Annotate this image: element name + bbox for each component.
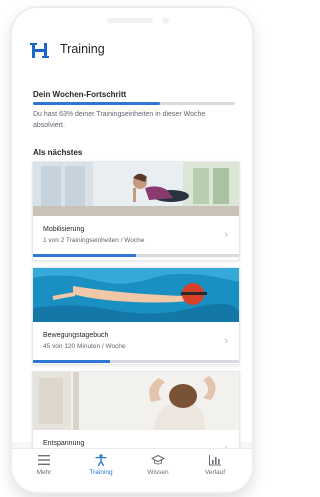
- tab-label: Training: [89, 469, 113, 476]
- card-title: Entspannung: [43, 440, 85, 447]
- graduation-cap-icon: [151, 455, 165, 465]
- tab-label: Wissen: [147, 469, 169, 476]
- phone-frame: Training Dein Wochen-Fortschritt Du hast…: [10, 6, 254, 494]
- entspannung-photo: [33, 372, 239, 430]
- card-subtitle: 45 von 120 Minuten / Woche: [43, 343, 126, 350]
- progress-title: Dein Wochen-Fortschritt: [33, 90, 127, 99]
- bottom-tab-bar: Mehr Training Wissen Verlauf: [12, 448, 252, 492]
- swimmer-photo: [33, 268, 239, 322]
- training-content[interactable]: Dein Wochen-Fortschritt Du hast 63% dein…: [12, 70, 252, 463]
- progress-description: Du hast 63% deiner Trainingseinheiten in…: [33, 111, 206, 129]
- tab-training[interactable]: Training: [77, 454, 125, 476]
- hausarzt-logo-icon: [30, 43, 49, 58]
- chart-icon: [209, 455, 221, 466]
- card-progress-fill: [33, 360, 111, 363]
- mobilisierung-photo: [33, 162, 239, 216]
- tab-verlauf[interactable]: Verlauf: [191, 454, 239, 476]
- card-progress-bar: [33, 254, 239, 257]
- speaker-grille: [107, 18, 153, 23]
- chevron-right-icon: ›: [224, 335, 228, 347]
- weekly-progress-bar: [33, 102, 235, 105]
- card-mobilisierung[interactable]: Mobilisierung 1 von 2 Trainingseinheiten…: [32, 161, 240, 261]
- front-camera: [162, 17, 169, 24]
- tab-label: Mehr: [36, 469, 52, 476]
- card-progress-fill: [33, 254, 136, 257]
- card-bewegungstagebuch[interactable]: Bewegungstagebuch 45 von 120 Minuten / W…: [32, 267, 240, 365]
- tab-wissen[interactable]: Wissen: [134, 454, 182, 476]
- weekly-progress-fill: [33, 102, 161, 105]
- card-progress-bar: [33, 360, 239, 363]
- next-section-title: Als nächstes: [33, 148, 83, 157]
- training-figure-icon: [95, 454, 107, 466]
- page-title: Training: [60, 42, 105, 56]
- card-title: Bewegungstagebuch: [43, 332, 109, 339]
- tab-label: Verlauf: [204, 469, 226, 476]
- card-subtitle: 1 von 2 Trainingseinheiten / Woche: [43, 237, 145, 244]
- card-title: Mobilisierung: [43, 226, 85, 233]
- menu-icon: [38, 455, 50, 465]
- app-header: Training: [12, 8, 252, 71]
- chevron-right-icon: ›: [224, 229, 228, 241]
- tab-mehr[interactable]: Mehr: [20, 454, 68, 476]
